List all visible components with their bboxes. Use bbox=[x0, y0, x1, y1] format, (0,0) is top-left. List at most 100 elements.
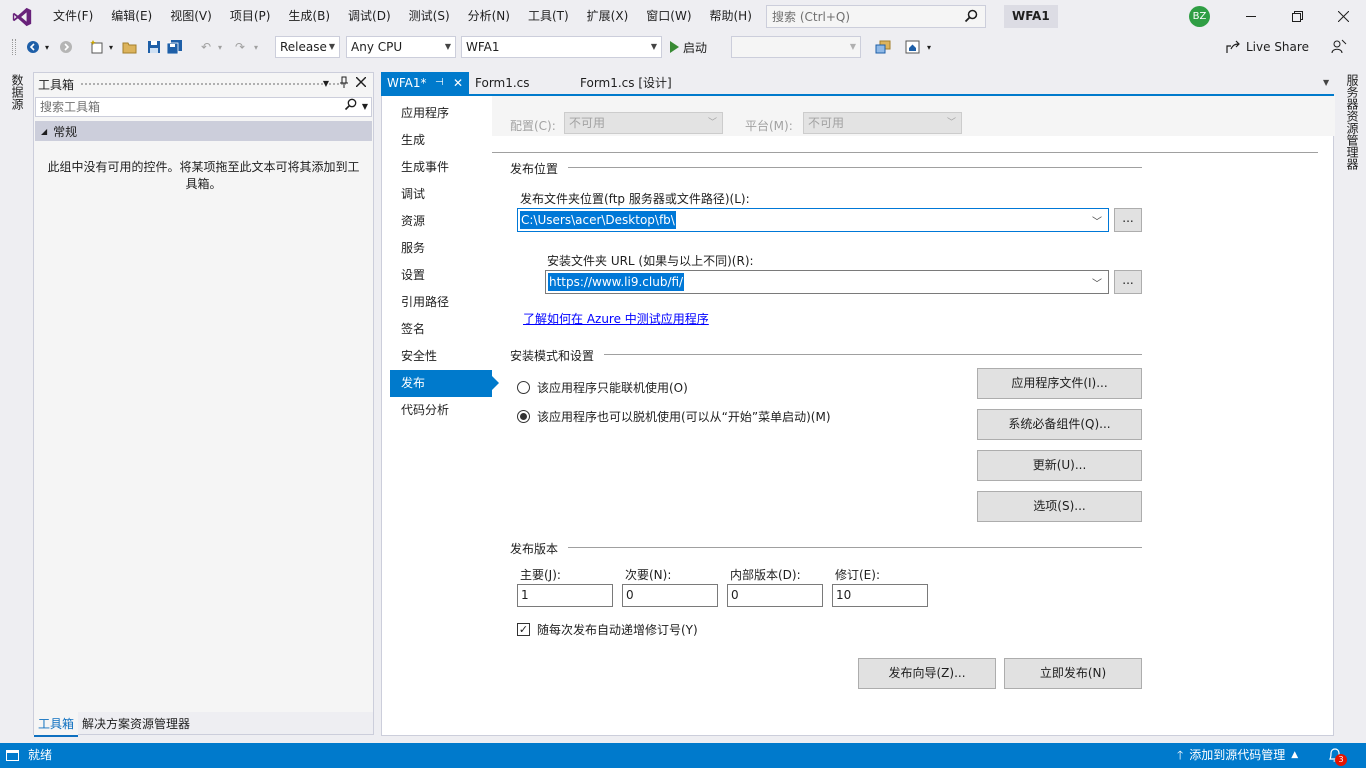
prerequisites-button[interactable]: 系统必备组件(Q)... bbox=[977, 409, 1142, 440]
nav-item-reference-paths[interactable]: 引用路径 bbox=[390, 289, 492, 316]
tab-project-properties[interactable]: WFA1* ⊣ ✕ bbox=[381, 72, 469, 94]
redo-dropdown-icon[interactable]: ▾ bbox=[251, 38, 261, 56]
toolbox-search-input[interactable]: 搜索工具箱 ▼ bbox=[35, 97, 372, 117]
nav-item-application[interactable]: 应用程序 bbox=[390, 100, 492, 127]
find-in-files-icon[interactable] bbox=[874, 38, 892, 56]
output-window-icon[interactable] bbox=[6, 750, 19, 761]
visual-studio-logo-icon[interactable] bbox=[0, 0, 44, 33]
new-project-icon[interactable] bbox=[88, 38, 106, 56]
nav-item-resources[interactable]: 资源 bbox=[390, 208, 492, 235]
chevron-down-icon[interactable]: ﹀ bbox=[1092, 275, 1102, 290]
options-button[interactable]: 选项(S)... bbox=[977, 491, 1142, 522]
tab-list-dropdown-icon[interactable]: ▼ bbox=[1323, 78, 1329, 87]
toolbar-grip[interactable] bbox=[12, 39, 16, 55]
panel-grip[interactable] bbox=[80, 82, 346, 86]
radio-circle-checked[interactable] bbox=[517, 410, 530, 423]
close-window-button[interactable] bbox=[1320, 0, 1366, 33]
checkmark-icon[interactable]: ✓ bbox=[517, 623, 530, 636]
publish-now-button[interactable]: 立即发布(N) bbox=[1004, 658, 1142, 689]
menu-debug[interactable]: 调试(D) bbox=[339, 0, 400, 33]
application-files-button[interactable]: 应用程序文件(I)... bbox=[977, 368, 1142, 399]
revision-version-input[interactable]: 10 bbox=[832, 584, 928, 607]
build-version-input[interactable]: 0 bbox=[727, 584, 823, 607]
nav-item-security[interactable]: 安全性 bbox=[390, 343, 492, 370]
pin-icon[interactable] bbox=[337, 76, 351, 92]
data-sources-tab[interactable]: 数据源 bbox=[9, 74, 26, 110]
menu-test[interactable]: 测试(S) bbox=[400, 0, 459, 33]
redo-icon[interactable]: ↷ bbox=[231, 38, 249, 56]
save-all-icon[interactable] bbox=[166, 38, 184, 56]
panel-menu-dropdown-icon[interactable]: ▼ bbox=[319, 76, 333, 92]
minor-version-label: 次要(N): bbox=[625, 568, 672, 582]
menu-build[interactable]: 生成(B) bbox=[279, 0, 339, 33]
nav-item-publish[interactable]: 发布 bbox=[390, 370, 499, 397]
offline-available-radio[interactable]: 该应用程序也可以脱机使用(可以从“开始”菜单启动)(M) bbox=[517, 408, 831, 425]
auto-increment-checkbox[interactable]: ✓ 随每次发布自动递增修订号(Y) bbox=[517, 621, 698, 638]
global-search-input[interactable]: 搜索 (Ctrl+Q) bbox=[766, 5, 986, 28]
tab-form1-designer[interactable]: Form1.cs [设计] bbox=[574, 72, 694, 94]
back-dropdown-icon[interactable]: ▾ bbox=[42, 38, 52, 56]
nav-item-debug[interactable]: 调试 bbox=[390, 181, 492, 208]
search-options-dropdown-icon[interactable]: ▼ bbox=[362, 98, 368, 116]
nav-item-build[interactable]: 生成 bbox=[390, 127, 492, 154]
pin-tab-icon[interactable]: ⊣ bbox=[435, 72, 444, 94]
menu-edit[interactable]: 编辑(E) bbox=[102, 0, 161, 33]
restore-button[interactable] bbox=[1274, 0, 1320, 33]
menu-file[interactable]: 文件(F) bbox=[44, 0, 102, 33]
open-file-icon[interactable] bbox=[121, 38, 139, 56]
tab-label: WFA1* bbox=[387, 76, 427, 90]
undo-icon[interactable]: ↶ bbox=[197, 38, 215, 56]
configuration-select[interactable]: 不可用 ﹀ bbox=[564, 112, 723, 134]
user-avatar[interactable]: BZ bbox=[1189, 6, 1210, 27]
feedback-icon[interactable] bbox=[1330, 38, 1348, 56]
publish-folder-input[interactable]: C:\Users\acer\Desktop\fb\ ﹀ bbox=[517, 208, 1109, 232]
new-dropdown-icon[interactable]: ▾ bbox=[106, 38, 116, 56]
close-tab-icon[interactable]: ✕ bbox=[453, 72, 463, 94]
solution-explorer-home-icon[interactable] bbox=[904, 38, 922, 56]
radio-circle[interactable] bbox=[517, 381, 530, 394]
platform-select[interactable]: 不可用 ﹀ bbox=[803, 112, 962, 134]
menu-tools[interactable]: 工具(T) bbox=[519, 0, 578, 33]
menu-window[interactable]: 窗口(W) bbox=[637, 0, 700, 33]
nav-item-settings[interactable]: 设置 bbox=[390, 262, 492, 289]
chevron-down-icon[interactable]: ﹀ bbox=[1092, 213, 1102, 228]
install-url-input[interactable]: https://www.li9.club/fi/ ﹀ bbox=[545, 270, 1109, 294]
add-to-source-control-button[interactable]: 🡑 添加到源代码管理 ▲ bbox=[1177, 743, 1298, 768]
tab-toolbox[interactable]: 工具箱 bbox=[34, 712, 79, 737]
menu-help[interactable]: 帮助(H) bbox=[701, 0, 761, 33]
startup-project-select[interactable]: WFA1 ▼ bbox=[461, 36, 662, 58]
menu-analyze[interactable]: 分析(N) bbox=[459, 0, 519, 33]
solution-platform-select[interactable]: Any CPU ▼ bbox=[346, 36, 456, 58]
save-icon[interactable] bbox=[145, 38, 163, 56]
tab-solution-explorer[interactable]: 解决方案资源管理器 bbox=[78, 712, 194, 735]
start-debugging-button[interactable]: 启动 bbox=[670, 38, 707, 56]
server-explorer-tab[interactable]: 服务器资源管理器 bbox=[1344, 74, 1361, 170]
nav-item-code-analysis[interactable]: 代码分析 bbox=[390, 397, 492, 424]
tab-form1-code[interactable]: Form1.cs bbox=[469, 72, 574, 94]
browse-publish-folder-button[interactable]: ... bbox=[1114, 208, 1142, 232]
publish-wizard-button[interactable]: 发布向导(Z)... bbox=[858, 658, 996, 689]
azure-test-link[interactable]: 了解如何在 Azure 中测试应用程序 bbox=[523, 310, 709, 327]
menu-project[interactable]: 项目(P) bbox=[221, 0, 280, 33]
updates-button[interactable]: 更新(U)... bbox=[977, 450, 1142, 481]
nav-item-signing[interactable]: 签名 bbox=[390, 316, 492, 343]
toolbar-options-dropdown-icon[interactable]: ▾ bbox=[924, 38, 934, 56]
navigate-back-icon[interactable] bbox=[24, 38, 42, 56]
nav-item-services[interactable]: 服务 bbox=[390, 235, 492, 262]
toolbox-group-general[interactable]: ◢ 常规 bbox=[35, 121, 372, 141]
menu-view[interactable]: 视图(V) bbox=[161, 0, 221, 33]
menu-extensions[interactable]: 扩展(X) bbox=[578, 0, 638, 33]
debug-target-select[interactable]: ▼ bbox=[731, 36, 861, 58]
close-icon[interactable] bbox=[354, 76, 368, 92]
browse-install-url-button[interactable]: ... bbox=[1114, 270, 1142, 294]
major-version-input[interactable]: 1 bbox=[517, 584, 613, 607]
online-only-radio[interactable]: 该应用程序只能联机使用(O) bbox=[517, 379, 688, 396]
minimize-button[interactable] bbox=[1228, 0, 1274, 33]
navigate-forward-icon[interactable] bbox=[57, 38, 75, 56]
revision-version-label: 修订(E): bbox=[835, 568, 880, 582]
solution-configuration-select[interactable]: Release ▼ bbox=[275, 36, 340, 58]
undo-dropdown-icon[interactable]: ▾ bbox=[215, 38, 225, 56]
minor-version-input[interactable]: 0 bbox=[622, 584, 718, 607]
nav-item-build-events[interactable]: 生成事件 bbox=[390, 154, 492, 181]
live-share-button[interactable]: Live Share bbox=[1226, 38, 1309, 56]
